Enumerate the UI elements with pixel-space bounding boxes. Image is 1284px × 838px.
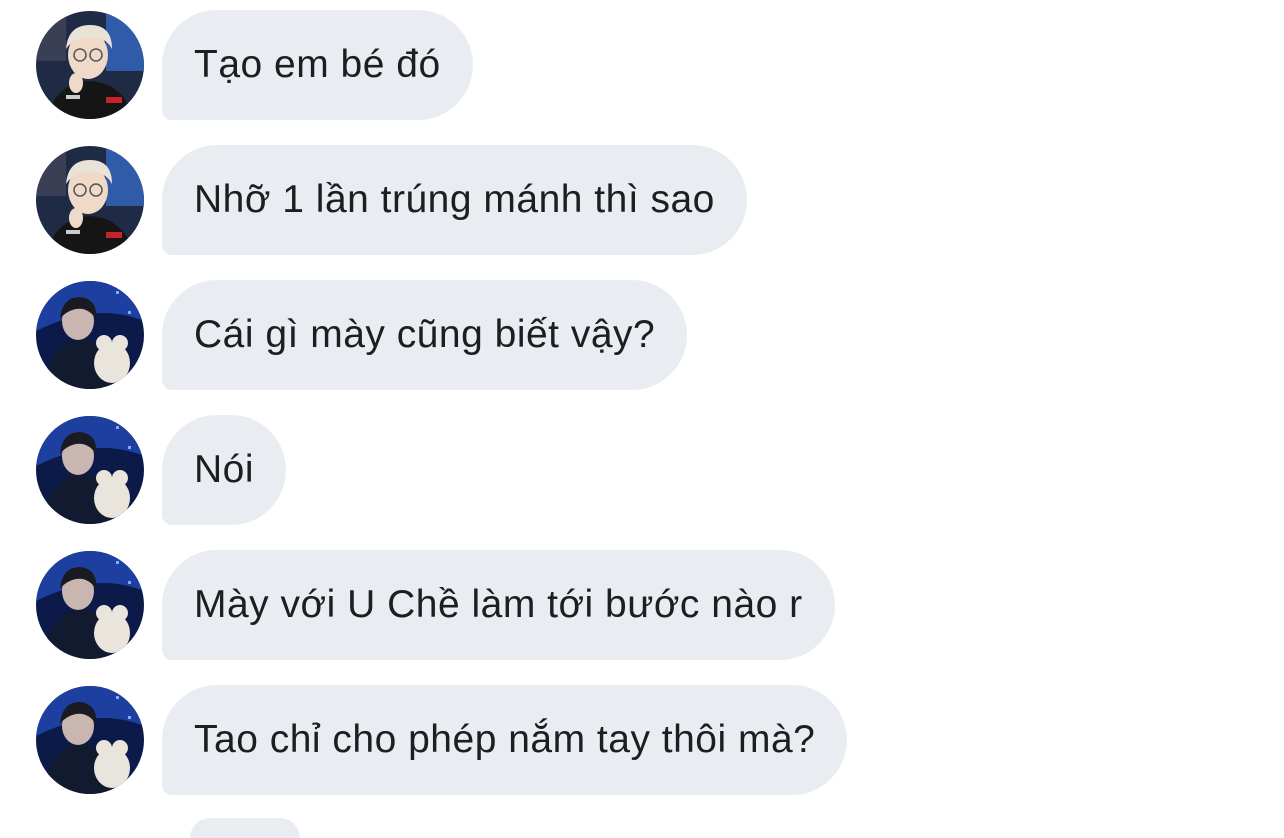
message-thread: Tạo em bé đó Nhỡ 1 lần trúng mánh thì sa… (0, 0, 1284, 838)
avatar-blue-stage-icon[interactable] (36, 416, 144, 524)
avatar-blue-stage-icon[interactable] (36, 281, 144, 389)
message-row: Cái gì mày cũng biết vậy? (36, 280, 688, 390)
message-bubble-partial[interactable] (190, 818, 300, 838)
message-bubble[interactable]: Mày với U Chề làm tới bước nào r (162, 550, 835, 660)
avatar-blue-stage-icon[interactable] (36, 551, 144, 659)
message-row: Tao chỉ cho phép nắm tay thôi mà? (36, 685, 848, 795)
message-text: Cái gì mày cũng biết vậy? (194, 313, 656, 356)
message-text: Nhỡ 1 lần trúng mánh thì sao (194, 178, 715, 221)
avatar-blonde-glasses-icon[interactable] (36, 11, 144, 119)
message-bubble[interactable]: Nhỡ 1 lần trúng mánh thì sao (162, 145, 747, 255)
message-row: Tạo em bé đó (36, 10, 473, 120)
message-bubble[interactable]: Tạo em bé đó (162, 10, 473, 120)
message-row: Nhỡ 1 lần trúng mánh thì sao (36, 145, 747, 255)
message-text: Mày với U Chề làm tới bước nào r (194, 583, 803, 626)
message-row: Mày với U Chề làm tới bước nào r (36, 550, 835, 660)
message-bubble[interactable]: Cái gì mày cũng biết vậy? (162, 280, 688, 390)
message-bubble[interactable]: Tao chỉ cho phép nắm tay thôi mà? (162, 685, 848, 795)
message-text: Nói (194, 448, 255, 491)
message-text: Tạo em bé đó (194, 43, 441, 86)
message-row: Nói (36, 415, 287, 525)
message-text: Tao chỉ cho phép nắm tay thôi mà? (194, 718, 816, 761)
avatar-blonde-glasses-icon[interactable] (36, 146, 144, 254)
message-bubble[interactable]: Nói (162, 415, 287, 525)
avatar-blue-stage-icon[interactable] (36, 686, 144, 794)
